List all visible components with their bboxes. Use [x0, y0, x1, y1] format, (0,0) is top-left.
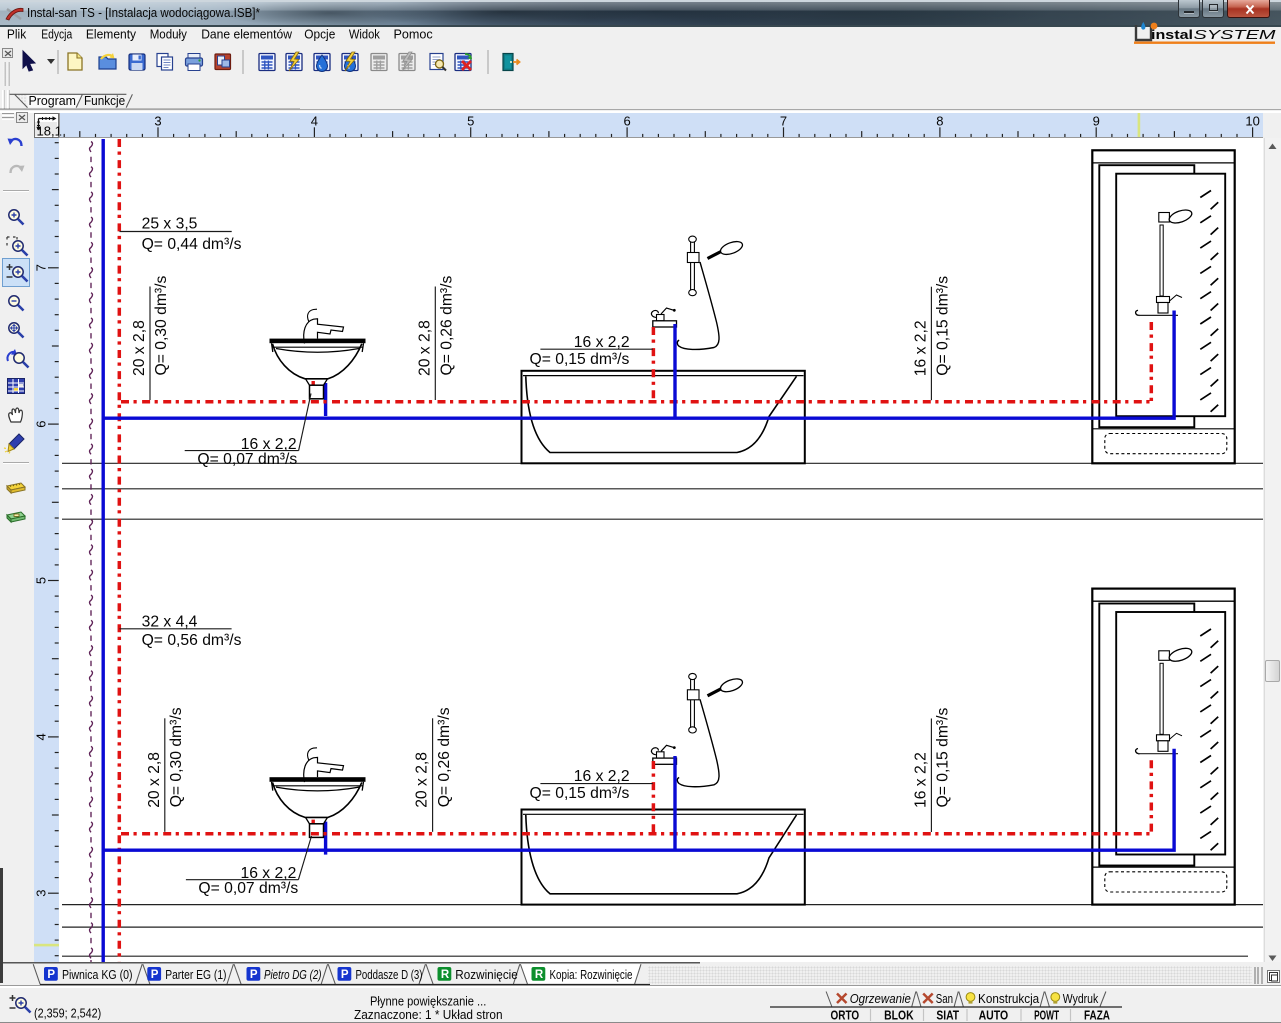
- svg-text:FAZA: FAZA: [1084, 1008, 1110, 1023]
- svg-text:AUTO: AUTO: [979, 1008, 1009, 1023]
- svg-text:Pomoc: Pomoc: [394, 27, 434, 42]
- svg-text:Moduły: Moduły: [150, 27, 188, 42]
- svg-text:Rozwinięcie: Rozwinięcie: [455, 967, 518, 982]
- svg-text:20 x 2,8: 20 x 2,8: [131, 320, 148, 376]
- svg-text:SYSTEM: SYSTEM: [1194, 27, 1276, 42]
- svg-text:P: P: [341, 969, 349, 981]
- svg-text:10: 10: [1245, 113, 1259, 128]
- svg-text:Instal-san TS - [Instalacja wo: Instal-san TS - [Instalacja wodociągowa.…: [27, 5, 260, 20]
- svg-text:Q= 0,44 dm³/s: Q= 0,44 dm³/s: [142, 236, 242, 253]
- svg-text:7: 7: [33, 264, 48, 271]
- svg-text:8: 8: [936, 113, 943, 128]
- svg-text:Dane elementów: Dane elementów: [201, 27, 292, 42]
- svg-text:Ogrzewanie: Ogrzewanie: [850, 991, 911, 1006]
- svg-text:R: R: [535, 969, 544, 981]
- svg-text:16 x 2,2: 16 x 2,2: [574, 768, 630, 785]
- svg-text:Q= 0,15 dm³/s: Q= 0,15 dm³/s: [935, 276, 952, 376]
- svg-text:BLOK: BLOK: [884, 1008, 914, 1023]
- svg-text:P: P: [250, 969, 258, 981]
- svg-text:Q= 0,15 dm³/s: Q= 0,15 dm³/s: [935, 708, 952, 808]
- svg-text:Plik: Plik: [7, 27, 27, 42]
- svg-text:Q= 0,07 dm³/s: Q= 0,07 dm³/s: [198, 880, 298, 897]
- svg-text:Parter EG (1): Parter EG (1): [165, 967, 226, 982]
- svg-text:SIAT: SIAT: [936, 1008, 959, 1023]
- svg-text:18,1: 18,1: [36, 123, 61, 138]
- svg-text:Wydruk: Wydruk: [1063, 991, 1099, 1006]
- svg-text:P: P: [151, 969, 159, 981]
- svg-text:20 x 2,8: 20 x 2,8: [414, 752, 431, 808]
- svg-text:ORTO: ORTO: [831, 1008, 860, 1023]
- svg-text:Konstrukcja: Konstrukcja: [978, 991, 1040, 1006]
- svg-text:20 x 2,8: 20 x 2,8: [146, 752, 163, 808]
- svg-text:9: 9: [1093, 113, 1100, 128]
- svg-text:Poddasze D (3): Poddasze D (3): [356, 967, 423, 982]
- svg-text:Program: Program: [29, 93, 77, 108]
- svg-text:3: 3: [154, 113, 161, 128]
- svg-text:Edycja: Edycja: [41, 27, 73, 42]
- svg-text:32 x 4,4: 32 x 4,4: [142, 614, 198, 631]
- svg-text:5: 5: [33, 577, 48, 584]
- svg-text:Kopia: Rozwinięcie: Kopia: Rozwinięcie: [550, 967, 633, 982]
- svg-text:Q= 0,56 dm³/s: Q= 0,56 dm³/s: [142, 632, 242, 649]
- svg-text:16 x 2,2: 16 x 2,2: [912, 752, 929, 808]
- svg-text:POWT: POWT: [1034, 1008, 1059, 1023]
- svg-text:Funkcje: Funkcje: [84, 93, 125, 108]
- svg-text:R: R: [441, 969, 450, 981]
- svg-text:Q= 0,30 dm³/s: Q= 0,30 dm³/s: [168, 707, 185, 807]
- svg-text:7: 7: [780, 113, 787, 128]
- svg-text:5: 5: [467, 113, 474, 128]
- svg-text:Q= 0,26 dm³/s: Q= 0,26 dm³/s: [436, 707, 453, 807]
- svg-text:Q= 0,26 dm³/s: Q= 0,26 dm³/s: [439, 276, 456, 376]
- svg-text:16 x 2,2: 16 x 2,2: [912, 320, 929, 376]
- svg-text:Pietro DG (2): Pietro DG (2): [264, 967, 322, 982]
- svg-text:6: 6: [33, 420, 48, 427]
- svg-text:Q= 0,15 dm³/s: Q= 0,15 dm³/s: [530, 351, 630, 368]
- svg-text:Q= 0,07 dm³/s: Q= 0,07 dm³/s: [197, 451, 297, 468]
- svg-text:4: 4: [311, 113, 318, 128]
- svg-text:P: P: [47, 969, 55, 981]
- svg-text:Elementy: Elementy: [86, 27, 137, 42]
- svg-text:6: 6: [623, 113, 630, 128]
- svg-text:25 x 3,5: 25 x 3,5: [142, 215, 198, 232]
- svg-text:San: San: [936, 991, 953, 1006]
- svg-text:16 x 2,2: 16 x 2,2: [574, 334, 630, 351]
- svg-text:Q= 0,15 dm³/s: Q= 0,15 dm³/s: [530, 785, 630, 802]
- svg-text:3: 3: [33, 890, 48, 897]
- svg-text:4: 4: [33, 733, 48, 740]
- svg-text:Q= 0,30 dm³/s: Q= 0,30 dm³/s: [153, 276, 170, 376]
- svg-text:Opcje: Opcje: [304, 27, 335, 42]
- svg-text:Widok: Widok: [349, 27, 380, 42]
- svg-text:Piwnica KG (0): Piwnica KG (0): [62, 967, 133, 982]
- svg-text:20 x 2,8: 20 x 2,8: [416, 320, 433, 376]
- svg-text:instal: instal: [1151, 27, 1193, 42]
